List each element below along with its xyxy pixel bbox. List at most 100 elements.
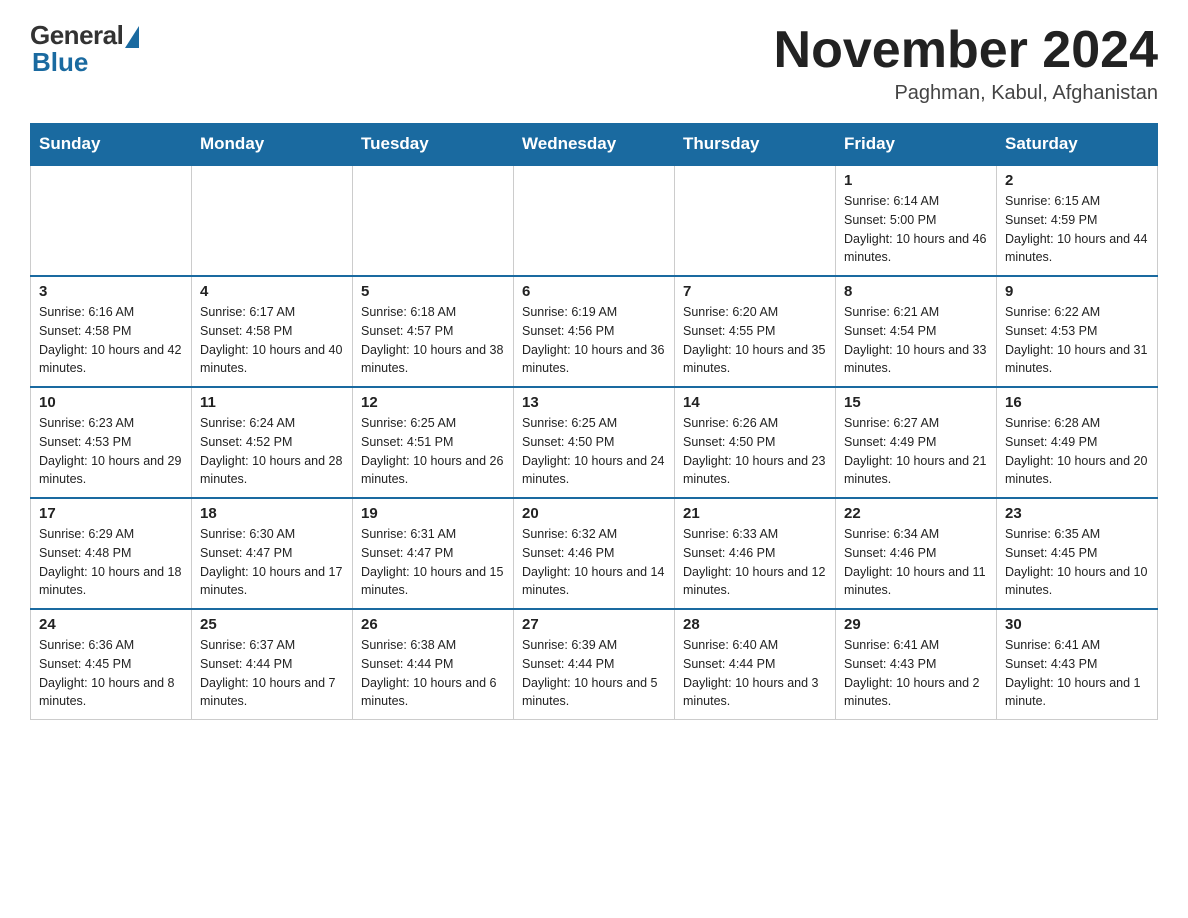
day-info: Sunrise: 6:39 AMSunset: 4:44 PMDaylight:… (522, 636, 666, 711)
day-number: 13 (522, 394, 666, 411)
calendar-day-cell: 16Sunrise: 6:28 AMSunset: 4:49 PMDayligh… (997, 387, 1158, 498)
calendar-day-cell: 1 Sunrise: 6:14 AMSunset: 5:00 PMDaylight… (836, 165, 997, 276)
calendar-day-cell: 29 Sunrise: 6:41 AMSunset: 4:43 PMDayligh… (836, 609, 997, 720)
day-info: Sunrise: 6:26 AMSunset: 4:50 PMDaylight:… (683, 414, 827, 489)
logo-blue-text: Blue (32, 47, 88, 78)
calendar-day-cell (353, 165, 514, 276)
day-number: 7 (683, 283, 827, 300)
location-text: Paghman, Kabul, Afghanistan (774, 82, 1158, 105)
logo-triangle-icon (125, 26, 139, 48)
calendar-day-cell: 8Sunrise: 6:21 AMSunset: 4:54 PMDaylight… (836, 276, 997, 387)
day-info: Sunrise: 6:41 AMSunset: 4:43 PMDaylight:… (1005, 636, 1149, 711)
day-number: 16 (1005, 394, 1149, 411)
day-info: Sunrise: 6:18 AMSunset: 4:57 PMDaylight:… (361, 303, 505, 378)
day-number: 14 (683, 394, 827, 411)
calendar-weekday-header: Sunday (31, 124, 192, 166)
calendar-day-cell: 19Sunrise: 6:31 AMSunset: 4:47 PMDayligh… (353, 498, 514, 609)
calendar-day-cell: 20 Sunrise: 6:32 AMSunset: 4:46 PMDayligh… (514, 498, 675, 609)
calendar-day-cell: 15 Sunrise: 6:27 AMSunset: 4:49 PMDayligh… (836, 387, 997, 498)
day-info: Sunrise: 6:17 AMSunset: 4:58 PMDaylight:… (200, 303, 344, 378)
calendar-day-cell: 21 Sunrise: 6:33 AMSunset: 4:46 PMDayligh… (675, 498, 836, 609)
day-number: 30 (1005, 616, 1149, 633)
day-info: Sunrise: 6:15 AMSunset: 4:59 PMDaylight:… (1005, 192, 1149, 267)
day-number: 11 (200, 394, 344, 411)
calendar-weekday-header: Wednesday (514, 124, 675, 166)
day-number: 1 (844, 172, 988, 189)
day-number: 29 (844, 616, 988, 633)
day-info: Sunrise: 6:35 AMSunset: 4:45 PMDaylight:… (1005, 525, 1149, 600)
calendar-day-cell: 30 Sunrise: 6:41 AMSunset: 4:43 PMDayligh… (997, 609, 1158, 720)
day-info: Sunrise: 6:20 AMSunset: 4:55 PMDaylight:… (683, 303, 827, 378)
day-number: 21 (683, 505, 827, 522)
day-info: Sunrise: 6:37 AMSunset: 4:44 PMDaylight:… (200, 636, 344, 711)
day-info: Sunrise: 6:40 AMSunset: 4:44 PMDaylight:… (683, 636, 827, 711)
calendar-day-cell (192, 165, 353, 276)
calendar-day-cell: 13 Sunrise: 6:25 AMSunset: 4:50 PMDayligh… (514, 387, 675, 498)
day-info: Sunrise: 6:23 AMSunset: 4:53 PMDaylight:… (39, 414, 183, 489)
day-info: Sunrise: 6:27 AMSunset: 4:49 PMDaylight:… (844, 414, 988, 489)
day-info: Sunrise: 6:19 AMSunset: 4:56 PMDaylight:… (522, 303, 666, 378)
day-number: 4 (200, 283, 344, 300)
day-number: 10 (39, 394, 183, 411)
calendar-week-row: 17 Sunrise: 6:29 AMSunset: 4:48 PMDayligh… (31, 498, 1158, 609)
day-number: 6 (522, 283, 666, 300)
calendar-day-cell: 9Sunrise: 6:22 AMSunset: 4:53 PMDaylight… (997, 276, 1158, 387)
day-info: Sunrise: 6:16 AMSunset: 4:58 PMDaylight:… (39, 303, 183, 378)
day-number: 22 (844, 505, 988, 522)
day-number: 12 (361, 394, 505, 411)
calendar-day-cell: 5 Sunrise: 6:18 AMSunset: 4:57 PMDaylight… (353, 276, 514, 387)
calendar-weekday-header: Tuesday (353, 124, 514, 166)
calendar-day-cell: 28 Sunrise: 6:40 AMSunset: 4:44 PMDayligh… (675, 609, 836, 720)
calendar-day-cell: 11 Sunrise: 6:24 AMSunset: 4:52 PMDayligh… (192, 387, 353, 498)
calendar-week-row: 10 Sunrise: 6:23 AMSunset: 4:53 PMDayligh… (31, 387, 1158, 498)
day-number: 25 (200, 616, 344, 633)
day-number: 15 (844, 394, 988, 411)
day-info: Sunrise: 6:38 AMSunset: 4:44 PMDaylight:… (361, 636, 505, 711)
day-number: 17 (39, 505, 183, 522)
calendar-day-cell: 3Sunrise: 6:16 AMSunset: 4:58 PMDaylight… (31, 276, 192, 387)
day-number: 2 (1005, 172, 1149, 189)
calendar-day-cell: 18Sunrise: 6:30 AMSunset: 4:47 PMDayligh… (192, 498, 353, 609)
day-number: 19 (361, 505, 505, 522)
day-number: 20 (522, 505, 666, 522)
month-title: November 2024 (774, 20, 1158, 80)
calendar-day-cell: 24Sunrise: 6:36 AMSunset: 4:45 PMDayligh… (31, 609, 192, 720)
day-info: Sunrise: 6:22 AMSunset: 4:53 PMDaylight:… (1005, 303, 1149, 378)
day-number: 28 (683, 616, 827, 633)
day-number: 26 (361, 616, 505, 633)
calendar-week-row: 3Sunrise: 6:16 AMSunset: 4:58 PMDaylight… (31, 276, 1158, 387)
day-info: Sunrise: 6:21 AMSunset: 4:54 PMDaylight:… (844, 303, 988, 378)
calendar-day-cell (675, 165, 836, 276)
calendar-day-cell: 22Sunrise: 6:34 AMSunset: 4:46 PMDayligh… (836, 498, 997, 609)
calendar-day-cell: 6 Sunrise: 6:19 AMSunset: 4:56 PMDaylight… (514, 276, 675, 387)
calendar-day-cell: 7 Sunrise: 6:20 AMSunset: 4:55 PMDaylight… (675, 276, 836, 387)
day-info: Sunrise: 6:24 AMSunset: 4:52 PMDaylight:… (200, 414, 344, 489)
calendar-weekday-header: Friday (836, 124, 997, 166)
day-number: 5 (361, 283, 505, 300)
day-info: Sunrise: 6:41 AMSunset: 4:43 PMDaylight:… (844, 636, 988, 711)
day-info: Sunrise: 6:30 AMSunset: 4:47 PMDaylight:… (200, 525, 344, 600)
calendar-day-cell: 26 Sunrise: 6:38 AMSunset: 4:44 PMDayligh… (353, 609, 514, 720)
title-area: November 2024 Paghman, Kabul, Afghanista… (774, 20, 1158, 105)
calendar-header-row: SundayMondayTuesdayWednesdayThursdayFrid… (31, 124, 1158, 166)
calendar-day-cell: 10 Sunrise: 6:23 AMSunset: 4:53 PMDayligh… (31, 387, 192, 498)
page-header: General Blue November 2024 Paghman, Kabu… (30, 20, 1158, 105)
calendar-weekday-header: Monday (192, 124, 353, 166)
day-number: 23 (1005, 505, 1149, 522)
calendar-week-row: 1 Sunrise: 6:14 AMSunset: 5:00 PMDaylight… (31, 165, 1158, 276)
day-info: Sunrise: 6:25 AMSunset: 4:50 PMDaylight:… (522, 414, 666, 489)
calendar-table: SundayMondayTuesdayWednesdayThursdayFrid… (30, 123, 1158, 720)
day-number: 24 (39, 616, 183, 633)
calendar-day-cell (31, 165, 192, 276)
calendar-day-cell: 27 Sunrise: 6:39 AMSunset: 4:44 PMDayligh… (514, 609, 675, 720)
day-info: Sunrise: 6:32 AMSunset: 4:46 PMDaylight:… (522, 525, 666, 600)
calendar-day-cell (514, 165, 675, 276)
day-info: Sunrise: 6:14 AMSunset: 5:00 PMDaylight:… (844, 192, 988, 267)
calendar-weekday-header: Saturday (997, 124, 1158, 166)
calendar-day-cell: 25 Sunrise: 6:37 AMSunset: 4:44 PMDayligh… (192, 609, 353, 720)
day-info: Sunrise: 6:29 AMSunset: 4:48 PMDaylight:… (39, 525, 183, 600)
day-number: 27 (522, 616, 666, 633)
day-info: Sunrise: 6:25 AMSunset: 4:51 PMDaylight:… (361, 414, 505, 489)
day-info: Sunrise: 6:33 AMSunset: 4:46 PMDaylight:… (683, 525, 827, 600)
calendar-day-cell: 14 Sunrise: 6:26 AMSunset: 4:50 PMDayligh… (675, 387, 836, 498)
